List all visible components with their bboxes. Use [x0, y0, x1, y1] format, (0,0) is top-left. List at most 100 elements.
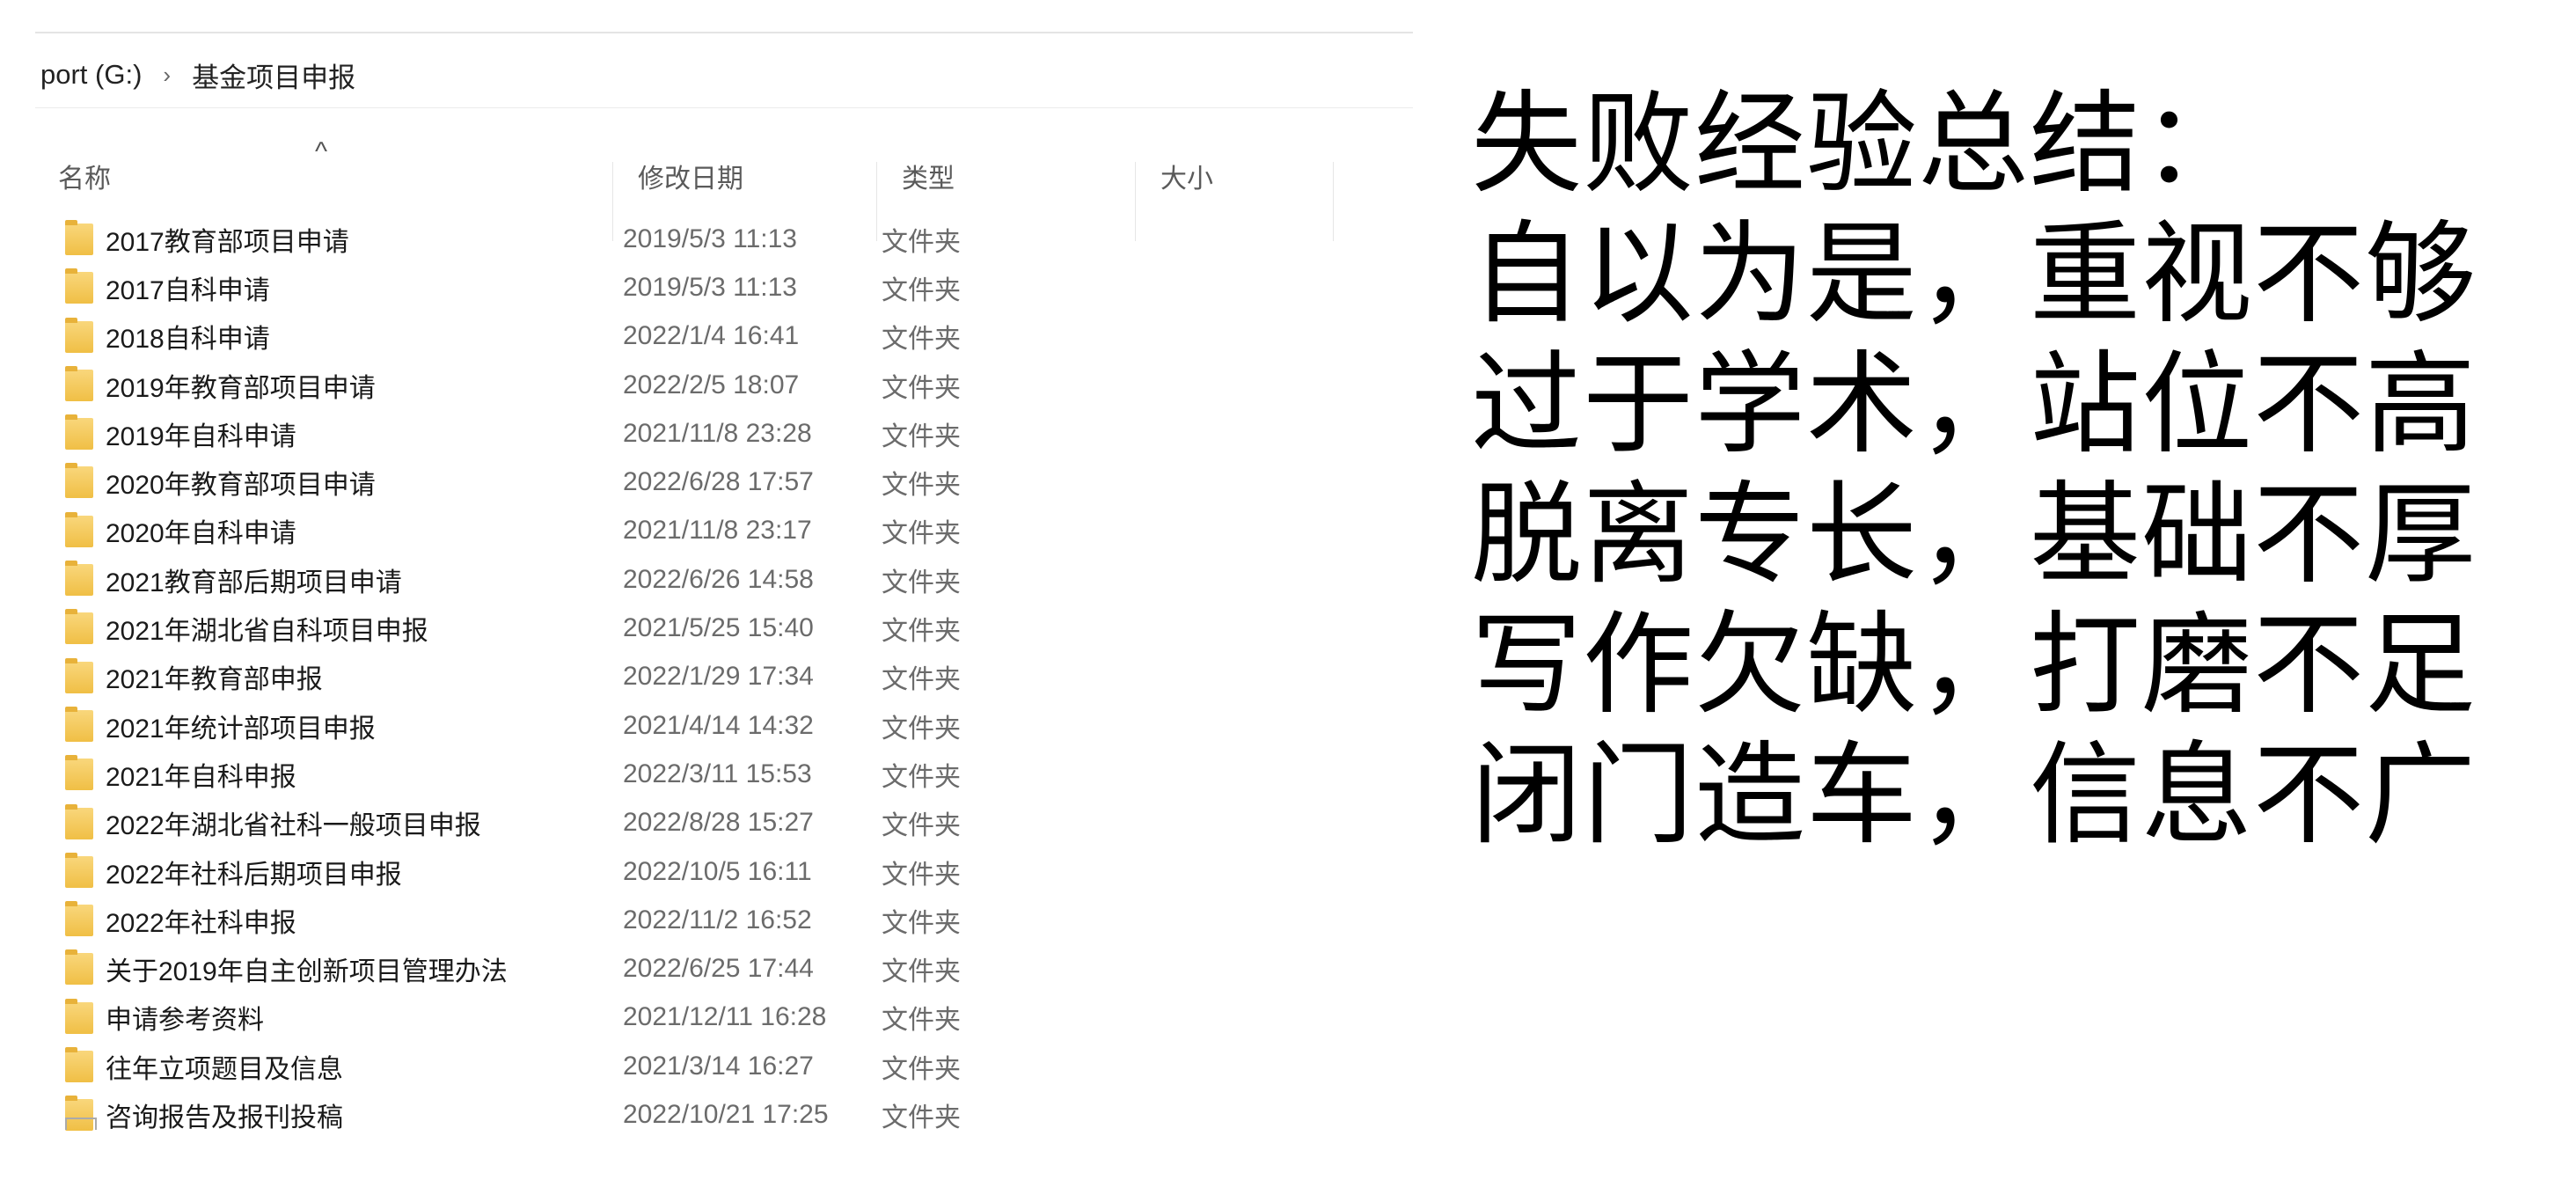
folder-icon: [65, 998, 93, 1034]
file-modified-date: 2021/12/11 16:28: [623, 1002, 827, 1032]
file-modified-date: 2022/6/26 14:58: [623, 564, 814, 594]
file-row[interactable]: 2022年社科申报 2022/11/2 16:52 文件夹: [35, 896, 1413, 944]
folder-icon: [65, 609, 93, 645]
summary-panel: 失败经验总结： 自以为是，重视不够 过于学术，站位不高 脱离专长，基础不厚 写作欠缺，…: [1471, 79, 2544, 861]
file-type: 文件夹: [882, 665, 961, 695]
file-modified-date: 2022/8/28 15:27: [623, 808, 814, 838]
folder-icon: [65, 949, 93, 986]
file-explorer-window: port (G:) › 基金项目申报 ^ 名称 修改日期 类型 大小 2017教…: [35, 32, 1413, 1132]
file-name[interactable]: 关于2019年自主创新项目管理办法: [106, 949, 508, 988]
file-name[interactable]: 2022年湖北省社科一般项目申报: [106, 803, 481, 842]
file-modified-date: 2021/5/25 15:40: [623, 613, 814, 643]
toolbar-divider: [35, 32, 1413, 33]
file-type: 文件夹: [882, 908, 961, 938]
file-name[interactable]: 2021教育部后期项目申请: [106, 561, 402, 599]
file-type: 文件夹: [882, 860, 961, 890]
summary-line: 过于学术，站位不高: [1471, 340, 2477, 469]
file-modified-date: 2021/4/14 14:32: [623, 710, 814, 740]
file-row[interactable]: 2018自科申请 2022/1/4 16:41 文件夹: [35, 312, 1413, 361]
file-modified-date: 2021/11/8 23:28: [623, 418, 812, 448]
file-modified-date: 2019/5/3 11:13: [623, 272, 797, 302]
file-name[interactable]: 2017自科申请: [106, 268, 270, 307]
file-row[interactable]: 2017教育部项目申请 2019/5/3 11:13 文件夹: [35, 215, 1413, 263]
file-type: 文件夹: [882, 227, 961, 257]
file-type: 文件夹: [882, 811, 961, 841]
folder-icon: [65, 803, 93, 839]
file-type: 文件夹: [882, 1054, 961, 1084]
breadcrumb-drive[interactable]: port (G:): [35, 59, 147, 91]
file-modified-date: 2021/11/8 23:17: [623, 516, 812, 546]
file-type: 文件夹: [882, 325, 961, 355]
file-type: 文件夹: [882, 617, 961, 647]
file-type: 文件夹: [882, 373, 961, 403]
folder-icon: [65, 268, 93, 304]
file-name[interactable]: 2018自科申请: [106, 317, 270, 355]
file-type: 文件夹: [882, 1103, 961, 1132]
file-name[interactable]: 2019年教育部项目申请: [106, 366, 376, 405]
file-name[interactable]: 2020年自科申请: [106, 511, 296, 550]
file-row[interactable]: 2019年自科申请 2021/11/8 23:28 文件夹: [35, 409, 1413, 458]
folder-icon: [65, 365, 93, 401]
file-row[interactable]: 2021年湖北省自科项目申报 2021/5/25 15:40 文件夹: [35, 604, 1413, 652]
file-modified-date: 2022/2/5 18:07: [623, 370, 800, 399]
file-name[interactable]: 2021年湖北省自科项目申报: [106, 609, 428, 648]
folder-icon: [65, 220, 93, 255]
file-name[interactable]: 2017教育部项目申请: [106, 220, 349, 259]
file-name[interactable]: 2021年教育部申报: [106, 657, 323, 696]
file-name[interactable]: 2020年教育部项目申请: [106, 463, 376, 502]
summary-line: 写作欠缺，打磨不足: [1471, 600, 2477, 729]
partial-file-icon: [65, 1118, 97, 1130]
folder-icon: [65, 561, 93, 597]
file-row[interactable]: 往年立项题目及信息 2021/3/14 16:27 文件夹: [35, 1042, 1413, 1090]
file-row[interactable]: 2021教育部后期项目申请 2022/6/26 14:58 文件夹: [35, 555, 1413, 604]
file-modified-date: 2022/1/29 17:34: [623, 662, 814, 692]
file-row[interactable]: 2021年统计部项目申报 2021/4/14 14:32 文件夹: [35, 701, 1413, 750]
file-modified-date: 2022/10/21 17:25: [623, 1099, 829, 1129]
file-name[interactable]: 咨询报告及报刊投稿: [106, 1096, 343, 1132]
file-row[interactable]: 咨询报告及报刊投稿 2022/10/21 17:25 文件夹: [35, 1090, 1413, 1132]
file-row[interactable]: 2020年教育部项目申请 2022/6/28 17:57 文件夹: [35, 458, 1413, 506]
summary-line: 闭门造车，信息不广: [1471, 730, 2477, 860]
file-type: 文件夹: [882, 714, 961, 744]
file-type: 文件夹: [882, 957, 961, 987]
file-type: 文件夹: [882, 568, 961, 597]
file-row[interactable]: 2022年社科后期项目申报 2022/10/5 16:11 文件夹: [35, 847, 1413, 896]
folder-icon: [65, 901, 93, 937]
file-row[interactable]: 申请参考资料 2021/12/11 16:28 文件夹: [35, 993, 1413, 1042]
file-name[interactable]: 申请参考资料: [106, 998, 264, 1037]
breadcrumb-folder[interactable]: 基金项目申报: [187, 55, 361, 95]
file-modified-date: 2022/11/2 16:52: [623, 905, 812, 934]
file-row[interactable]: 2021年自科申报 2022/3/11 15:53 文件夹: [35, 750, 1413, 798]
file-type: 文件夹: [882, 1006, 961, 1036]
folder-icon: [65, 852, 93, 888]
file-type: 文件夹: [882, 421, 961, 451]
file-name[interactable]: 2021年自科申报: [106, 755, 296, 794]
file-modified-date: 2022/6/28 17:57: [623, 467, 814, 497]
file-modified-date: 2022/3/11 15:53: [623, 759, 812, 788]
folder-icon: [65, 1047, 93, 1083]
file-row[interactable]: 2017自科申请 2019/5/3 11:13 文件夹: [35, 263, 1413, 311]
summary-title: 失败经验总结：: [1471, 79, 2253, 209]
breadcrumb-chevron-icon[interactable]: ›: [147, 62, 187, 89]
file-name[interactable]: 2021年统计部项目申报: [106, 707, 376, 745]
folder-icon: [65, 755, 93, 791]
summary-line: 脱离专长，基础不厚: [1471, 470, 2477, 599]
folder-icon: [65, 657, 93, 693]
file-row[interactable]: 2022年湖北省社科一般项目申报 2022/8/28 15:27 文件夹: [35, 799, 1413, 847]
file-modified-date: 2022/1/4 16:41: [623, 321, 800, 351]
file-row[interactable]: 2021年教育部申报 2022/1/29 17:34 文件夹: [35, 653, 1413, 701]
folder-icon: [65, 463, 93, 499]
file-name[interactable]: 2022年社科申报: [106, 901, 296, 940]
file-name[interactable]: 2019年自科申请: [106, 414, 296, 453]
file-row[interactable]: 2019年教育部项目申请 2022/2/5 18:07 文件夹: [35, 361, 1413, 409]
file-name[interactable]: 往年立项题目及信息: [106, 1047, 343, 1086]
file-name[interactable]: 2022年社科后期项目申报: [106, 853, 402, 891]
file-row[interactable]: 关于2019年自主创新项目管理办法 2022/6/25 17:44 文件夹: [35, 944, 1413, 993]
file-type: 文件夹: [882, 762, 961, 792]
summary-line: 自以为是，重视不够: [1471, 209, 2477, 339]
file-row[interactable]: 2020年自科申请 2021/11/8 23:17 文件夹: [35, 507, 1413, 555]
file-modified-date: 2022/6/25 17:44: [623, 954, 814, 984]
file-list: 2017教育部项目申请 2019/5/3 11:13 文件夹 2017自科申请 2019…: [35, 215, 1413, 1132]
folder-icon: [65, 317, 93, 353]
address-bar[interactable]: port (G:) › 基金项目申报: [35, 42, 1413, 108]
